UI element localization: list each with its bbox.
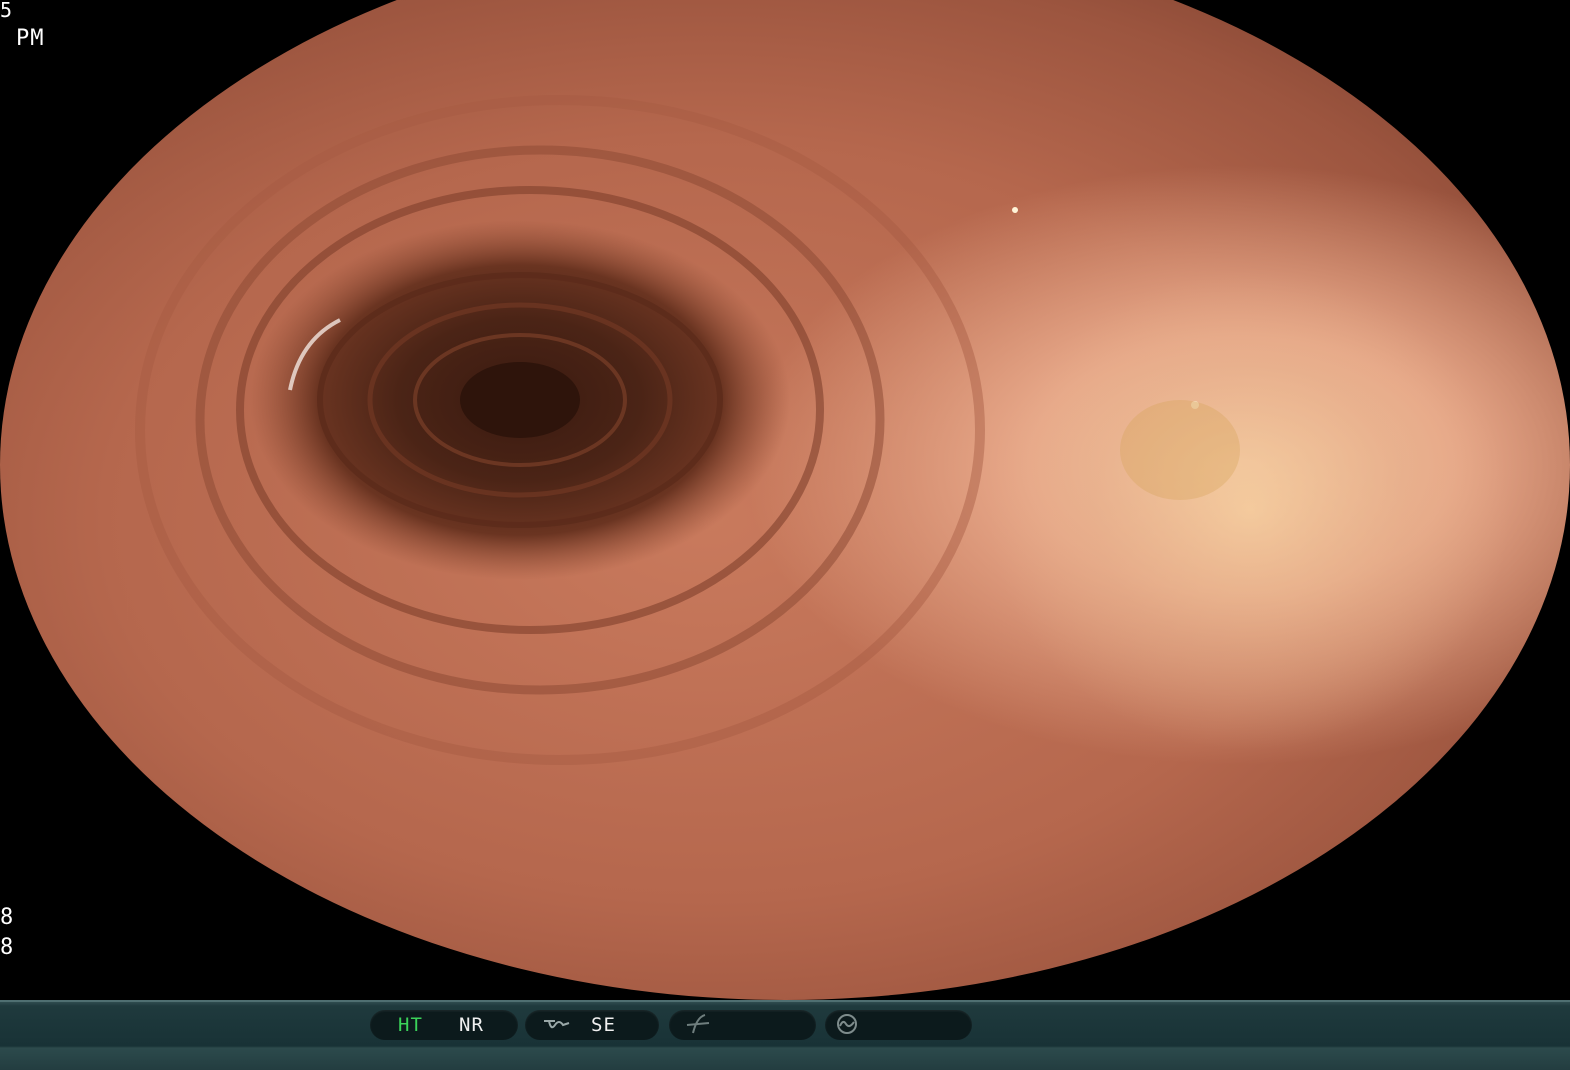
endoscopic-view [0, 0, 1570, 1000]
scope-mode-icon [832, 1013, 862, 1039]
ht-nr-pill [370, 1010, 518, 1040]
overlay-bottom-line-1: 8 [0, 905, 15, 930]
filter-icon [685, 1013, 711, 1039]
status-bar: HT NR SE [0, 1000, 1570, 1070]
overlay-time-suffix: PM [16, 26, 45, 51]
overlay-bottom-line-2: 8 [0, 935, 15, 960]
overlay-top-line-1: 5 [0, 0, 14, 22]
lumen-illustration [135, 95, 1510, 765]
se-indicator: SE [591, 1014, 616, 1036]
structure-enhance-icon [541, 1013, 571, 1039]
ht-indicator: HT [398, 1014, 423, 1036]
nr-indicator: NR [459, 1014, 484, 1036]
endoscopy-screen: 5 PM 8 8 HT NR SE [0, 0, 1570, 1070]
